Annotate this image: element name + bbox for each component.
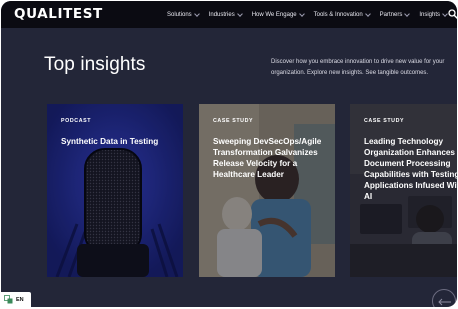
insight-card-case-study-technology[interactable]: CASE STUDY Leading Technology Organizati… <box>350 104 457 277</box>
card-type-label: PODCAST <box>61 118 92 124</box>
nav-item-label: Insights <box>419 11 441 18</box>
nav-item-label: How We Engage <box>251 11 297 18</box>
nav-item-insights[interactable]: Insights <box>419 10 448 18</box>
chevron-down-icon <box>193 10 200 17</box>
card-title: Synthetic Data in Testing <box>61 137 159 146</box>
card-type-label: CASE STUDY <box>364 118 405 124</box>
carousel-prev-button[interactable] <box>432 289 456 307</box>
chevron-down-icon <box>364 10 371 17</box>
chevron-down-icon <box>298 10 305 17</box>
nav-item-tools-innovation[interactable]: Tools & Innovation <box>313 10 371 18</box>
nav-item-label: Solutions <box>167 11 192 18</box>
nav-item-label: Partners <box>379 11 403 18</box>
main-menu: Solutions Industries How We Engage Tools… <box>167 1 457 28</box>
qualitest-logo[interactable]: QUALITEST <box>14 6 103 22</box>
nav-item-partners[interactable]: Partners <box>379 10 411 18</box>
nav-item-solutions[interactable]: Solutions <box>167 10 200 18</box>
page: QUALITEST Solutions Industries How We En… <box>1 1 457 307</box>
insight-card-podcast[interactable]: PODCAST Synthetic Data in Testing <box>47 104 183 277</box>
card-overlay <box>199 104 335 277</box>
nav-item-industries[interactable]: Industries <box>208 10 243 18</box>
chevron-down-icon <box>404 10 411 17</box>
language-selector[interactable]: EN <box>1 292 31 307</box>
chevron-down-icon <box>442 10 448 17</box>
arrow-left-icon <box>438 298 451 306</box>
card-title: Leading Technology Organization Enhances… <box>364 137 457 201</box>
translate-icon <box>4 295 13 304</box>
language-label: EN <box>16 296 24 303</box>
section-intro: Discover how you embrace innovation to d… <box>271 59 445 76</box>
search-icon[interactable] <box>448 9 457 19</box>
top-nav: QUALITEST Solutions Industries How We En… <box>1 1 457 28</box>
card-title: Sweeping DevSecOps/Agile Transformation … <box>213 137 322 179</box>
chevron-down-icon <box>236 10 243 17</box>
nav-item-label: Tools & Innovation <box>313 11 363 18</box>
nav-item-label: Industries <box>208 11 235 18</box>
insight-card-case-study-healthcare[interactable]: CASE STUDY Sweeping DevSecOps/Agile Tran… <box>199 104 335 277</box>
card-overlay <box>47 104 183 277</box>
section-title: Top insights <box>44 54 146 75</box>
card-type-label: CASE STUDY <box>213 118 254 124</box>
nav-item-how-we-engage[interactable]: How We Engage <box>251 10 305 18</box>
